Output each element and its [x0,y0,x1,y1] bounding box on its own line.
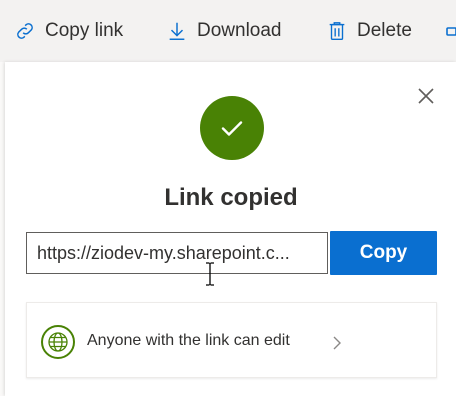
download-icon [166,20,188,42]
close-icon [418,88,434,104]
checkmark-icon [221,121,243,136]
copy-button[interactable]: Copy [330,231,437,275]
copy-link-label: Copy link [45,20,124,41]
copy-link-command[interactable]: Copy link [14,16,123,46]
dialog-title: Link copied [164,184,298,211]
link-url-field[interactable]: https://ziodev-my.sharepoint.c... [26,232,328,274]
download-label: Download [197,20,282,41]
text-cursor-icon [204,262,216,286]
link-icon [14,20,36,42]
success-badge [200,96,264,160]
delete-label: Delete [357,20,412,41]
permission-label: Anyone with the link can edit [87,332,290,349]
close-button[interactable] [408,84,444,108]
globe-icon [41,325,75,359]
command-bar: Copy link Download Delete [0,0,456,62]
chevron-right-icon [330,333,344,353]
delete-command[interactable]: Delete [326,16,412,46]
download-command[interactable]: Download [166,16,282,46]
more-commands-icon[interactable] [446,16,456,46]
trash-icon [326,20,348,42]
link-settings-button[interactable]: Anyone with the link can edit [26,302,437,378]
